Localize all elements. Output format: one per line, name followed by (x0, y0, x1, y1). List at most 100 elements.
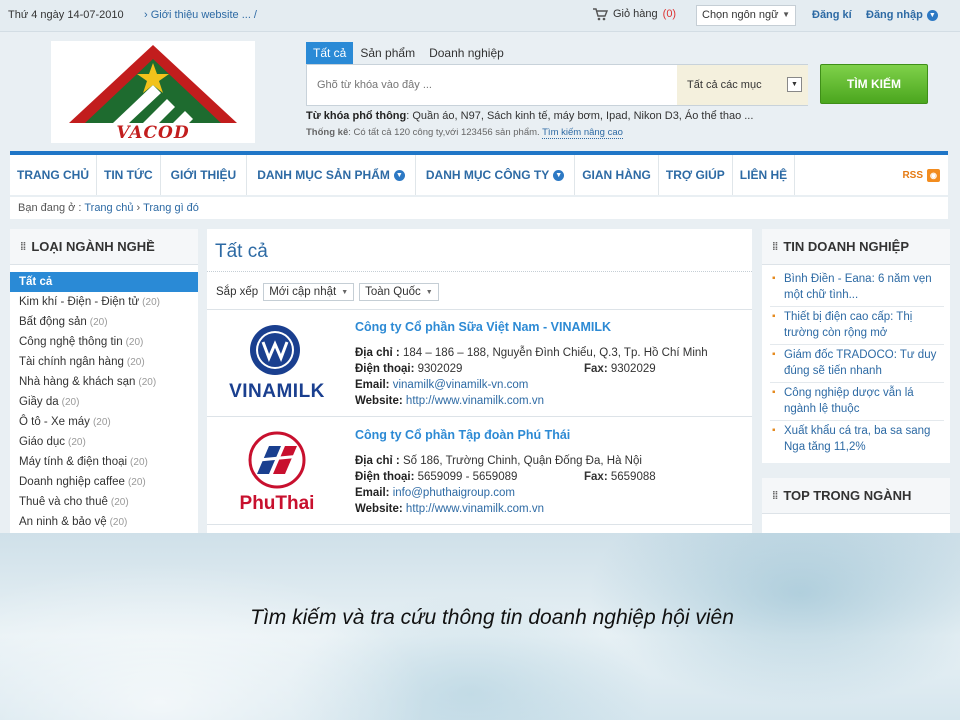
fax-value: 9302029 (610, 363, 656, 375)
login-link[interactable]: Đăng nhập ▼ (866, 9, 938, 21)
region-select[interactable]: Toàn Quốc ▼ (359, 283, 439, 301)
address-label: Địa chỉ : (355, 455, 400, 467)
keywords-list: : Quần áo, N97, Sách kinh tế, máy bơm, I… (406, 110, 754, 122)
sidebar-item[interactable]: Bất động sản (20) (10, 312, 198, 332)
news-item-link[interactable]: Giám đốc TRADOCO: Tư duy đúng sẽ tiến nh… (770, 345, 944, 383)
nav-item-home[interactable]: TRANG CHỦ (10, 155, 97, 195)
nav-item-companies[interactable]: DANH MỤC CÔNG TY ▼ (416, 155, 576, 195)
logo-mountain-icon (69, 45, 237, 123)
email-label: Email: (355, 379, 390, 391)
sidebar-item-count: (20) (92, 417, 111, 428)
sidebar-item[interactable]: Tài chính ngân hàng (20) (10, 352, 198, 372)
company-address: Địa chỉ : Số 186, Trường Chinh, Quận Đốn… (355, 455, 642, 467)
sidebar-item[interactable]: Thuê và cho thuê (20) (10, 492, 198, 512)
cart-link[interactable]: Giỏ hàng (0) (592, 7, 676, 21)
nav-item-help[interactable]: TRỢ GIÚP (659, 155, 733, 195)
top-industry-panel: ⁞⁞ TOP TRONG NGÀNH (762, 478, 950, 533)
email-label: Email: (355, 487, 390, 499)
category-select[interactable]: Tất cả các mục ▼ (677, 65, 808, 105)
sidebar-item[interactable]: Ô tô - Xe máy (20) (10, 412, 198, 432)
phuthai-logo[interactable]: PhuThai (217, 428, 337, 514)
breadcrumb-home[interactable]: Trang chủ (84, 202, 133, 214)
sidebar-item[interactable]: Giáo dục (20) (10, 432, 198, 452)
site-stats: Thống kê: Có tất cả 120 công ty,với 1234… (306, 127, 623, 139)
sort-select[interactable]: Mới cập nhật ▼ (263, 283, 355, 301)
news-title-text: TIN DOANH NGHIỆP (783, 239, 909, 254)
website-link[interactable]: http://www.vinamilk.com.vn (406, 395, 544, 407)
top-breadcrumb-link[interactable]: › Giới thiệu website ... / (144, 9, 257, 21)
company-address: Địa chỉ : 184 – 186 – 188, Nguyễn Đình C… (355, 347, 708, 359)
website-screenshot: Thứ 4 ngày 14-07-2010 › Giới thiệu websi… (0, 0, 960, 533)
company-name-link[interactable]: Công ty Cổ phần Sữa Việt Nam - VINAMILK (355, 320, 611, 334)
main-nav: TRANG CHỦ TIN TỨC GIỚI THIỆU DANH MỤC SẢ… (10, 151, 948, 195)
news-list: Bình Điền - Eana: 6 năm vẹn một chữ tình… (762, 265, 950, 458)
phone-value: 9302029 (417, 363, 463, 375)
vacod-logo[interactable]: VACOD (51, 41, 255, 143)
phone-value: 5659099 - 5659089 (417, 471, 518, 483)
search-input[interactable] (307, 65, 677, 105)
language-select[interactable]: Chọn ngôn ngữ ▼ (696, 5, 796, 26)
sidebar-item-count: (20) (109, 517, 128, 528)
news-item-link[interactable]: Thiết bị điện cao cấp: Thị trường còn rộ… (770, 307, 944, 345)
chevron-down-icon: ▼ (782, 10, 790, 19)
sidebar-item[interactable]: Giầy da (20) (10, 392, 198, 412)
search-tabs: Tất cả Sản phẩm Doanh nghiệp (306, 42, 511, 64)
breadcrumb-label: Bạn đang ở : (18, 202, 82, 214)
language-select-value: Chọn ngôn ngữ (702, 9, 779, 21)
chevron-down-icon: ▼ (393, 169, 405, 181)
website-link[interactable]: http://www.vinamilk.com.vn (406, 503, 544, 515)
nav-companies-label: DANH MỤC CÔNG TY (425, 168, 550, 182)
sidebar-title: ⁞⁞ LOẠI NGÀNH NGHỀ (10, 229, 198, 265)
nav-item-news[interactable]: TIN TỨC (97, 155, 161, 195)
business-news-panel: ⁞⁞ TIN DOANH NGHIỆP Bình Điền - Eana: 6 … (762, 229, 950, 463)
stats-label: Thống kê (306, 127, 349, 138)
sidebar-item-count: (20) (61, 397, 80, 408)
news-item-link[interactable]: Công nghiệp dược vẫn lá ngành lệ thuộc (770, 383, 944, 421)
sidebar-item[interactable]: Nhà hàng & khách sạn (20) (10, 372, 198, 392)
divider (207, 271, 752, 272)
register-link[interactable]: Đăng kí (812, 9, 852, 21)
company-name-link[interactable]: Công ty Cổ phần Tập đoàn Phú Thái (355, 428, 570, 442)
keywords-label: Từ khóa phổ thông (306, 110, 407, 122)
sidebar-item[interactable]: Tất cả (10, 272, 198, 292)
nav-products-label: DANH MỤC SẢN PHẨM (257, 168, 390, 182)
search-tab-products[interactable]: Sản phẩm (353, 42, 422, 64)
address-value: Số 186, Trường Chinh, Quận Đống Đa, Hà N… (402, 455, 642, 467)
search-tab-companies[interactable]: Doanh nghiệp (422, 42, 511, 64)
sidebar-item-count: (20) (142, 297, 160, 308)
page-title: Tất cả (215, 241, 268, 262)
company-list-panel: Tất cả Sắp xếp Mới cập nhật ▼ Toàn Quốc … (207, 229, 752, 533)
vinamilk-logo[interactable]: VINAMILK (217, 320, 337, 406)
sidebar-item[interactable]: Kim khí - Điện - Điện tử (20) (10, 292, 198, 312)
vinamilk-logo-text: VINAMILK (229, 381, 325, 402)
website-label: Website: (355, 503, 403, 515)
nav-item-contact[interactable]: LIÊN HỆ (733, 155, 796, 195)
rss-link[interactable]: RSS ◉ (895, 155, 948, 195)
advanced-search-link[interactable]: Tìm kiếm nâng cao (542, 127, 623, 139)
slide-background: Tìm kiếm và tra cứu thông tin doanh nghi… (0, 533, 960, 720)
vinamilk-emblem-icon (250, 325, 300, 375)
sidebar-item-label: Ô tô - Xe máy (19, 416, 90, 428)
top-bar: Thứ 4 ngày 14-07-2010 › Giới thiệu websi… (0, 0, 960, 32)
breadcrumb-current[interactable]: Trang gì đó (143, 202, 199, 214)
sidebar-item[interactable]: Công nghệ thông tin (20) (10, 332, 198, 352)
nav-item-products[interactable]: DANH MỤC SẢN PHẨM ▼ (247, 155, 416, 195)
news-item-link[interactable]: Bình Điền - Eana: 6 năm vẹn một chữ tình… (770, 269, 944, 307)
email-link[interactable]: info@phuthaigroup.com (393, 487, 515, 499)
company-fax: Fax: 9302029 (584, 363, 656, 375)
nav-item-stores[interactable]: GIAN HÀNG (575, 155, 659, 195)
email-link[interactable]: vinamilk@vinamilk-vn.com (393, 379, 529, 391)
sidebar-item[interactable]: Doanh nghiệp caffee (20) (10, 472, 198, 492)
search-button[interactable]: TÌM KIẾM (820, 64, 928, 104)
nav-item-about[interactable]: GIỚI THIỆU (161, 155, 248, 195)
fax-label: Fax: (584, 471, 608, 483)
sidebar-item[interactable]: An ninh & bảo vệ (20) (10, 512, 198, 532)
logo-text: VACOD (116, 123, 190, 143)
sidebar-item[interactable]: Máy tính & điện thoại (20) (10, 452, 198, 472)
news-item-link[interactable]: Xuất khẩu cá tra, ba sa sang Nga tăng 11… (770, 421, 944, 458)
search-box: Tất cả các mục ▼ (306, 64, 808, 106)
sidebar-item-label: Nhà hàng & khách sạn (19, 376, 136, 388)
cart-label: Giỏ hàng (613, 8, 658, 20)
website-label: Website: (355, 395, 403, 407)
search-tab-all[interactable]: Tất cả (306, 42, 354, 64)
